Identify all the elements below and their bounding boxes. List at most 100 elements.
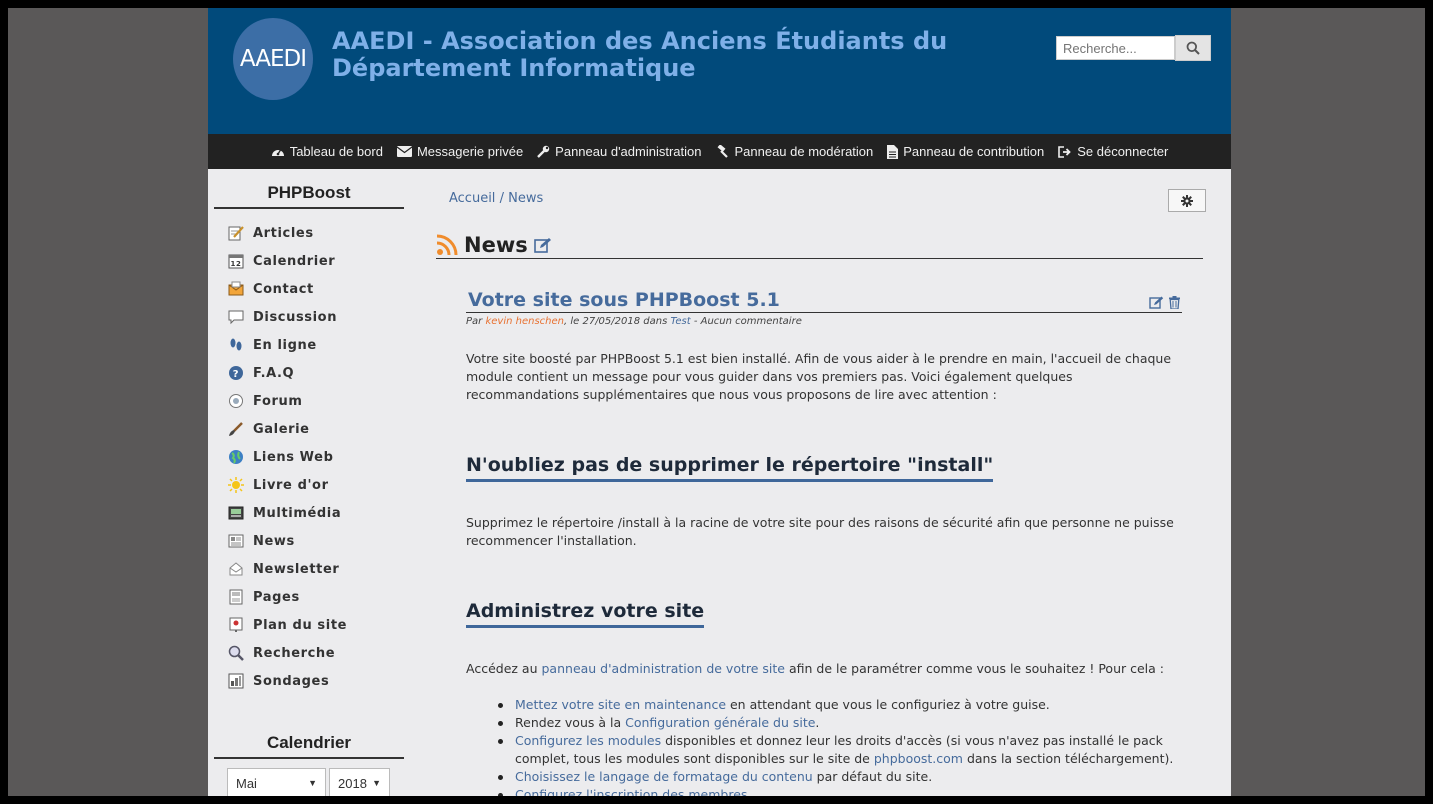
list-item: Configurez l'inscription des membres.: [498, 786, 1178, 796]
sidebar-item-multimedia[interactable]: Multimédia: [214, 499, 404, 527]
admin-post-text: afin de le paramétrer comme vous le souh…: [788, 661, 1164, 676]
chat-bubble-icon: [228, 309, 244, 325]
nav-label: Panneau d'administration: [555, 144, 702, 159]
edit-icon[interactable]: [533, 237, 552, 253]
sidebar-item-news[interactable]: News: [214, 527, 404, 555]
sidebar-item-plan-du-site[interactable]: Plan du site: [214, 611, 404, 639]
sidebar-item-label: Articles: [253, 225, 314, 241]
article-category[interactable]: Test: [671, 316, 691, 327]
sidebar-item-articles[interactable]: Articles: [214, 219, 404, 247]
news-article: Votre site sous PHPBoost 5.1 Par kevin h…: [466, 288, 1182, 327]
sidebar-item-forum[interactable]: Forum: [214, 387, 404, 415]
search-input[interactable]: [1056, 36, 1175, 60]
sidebar-item-livre-dor[interactable]: Livre d'or: [214, 471, 404, 499]
nav-moderation-panel[interactable]: Panneau de modération: [715, 144, 873, 159]
dashboard-icon: [271, 149, 284, 156]
search-icon: [1186, 41, 1200, 55]
sidebar-item-label: News: [253, 533, 295, 549]
globe-icon: [228, 449, 244, 465]
search-button[interactable]: [1175, 35, 1211, 61]
multimedia-icon: [228, 505, 244, 521]
gear-icon: [1181, 194, 1193, 207]
sidebar-item-liens-web[interactable]: Liens Web: [214, 443, 404, 471]
sidebar-item-label: Multimédia: [253, 505, 342, 521]
site-header: AAEDI AAEDI - Association des Anciens Ét…: [208, 8, 1231, 134]
nav-dashboard[interactable]: Tableau de bord: [271, 144, 383, 159]
sidebar-item-pages[interactable]: Pages: [214, 583, 404, 611]
sidebar-item-label: Newsletter: [253, 561, 340, 577]
sidebar-item-calendrier[interactable]: 12 Calendrier: [214, 247, 404, 275]
sidebar-item-label: Forum: [253, 393, 303, 409]
sidebar-item-label: Recherche: [253, 645, 336, 661]
list-item-post: .: [747, 787, 752, 796]
maintenance-link[interactable]: Mettez votre site en maintenance: [515, 697, 726, 712]
member-registration-link[interactable]: Configurez l'inscription des membres: [515, 787, 747, 796]
admin-paragraph: Accédez au panneau d'administration de v…: [466, 660, 1186, 678]
sidebar-item-recherche[interactable]: Recherche: [214, 639, 404, 667]
article-intro: Votre site boosté par PHPBoost 5.1 est b…: [466, 351, 1172, 402]
article-author[interactable]: kevin henschen: [485, 316, 564, 327]
nav-contribution-panel[interactable]: Panneau de contribution: [887, 144, 1044, 159]
site-title[interactable]: AAEDI - Association des Anciens Étudiant…: [332, 28, 1032, 82]
footprints-icon: [228, 337, 244, 353]
formatting-language-link[interactable]: Choisissez le langage de formatage du co…: [515, 769, 813, 784]
newsletter-icon: [228, 561, 244, 577]
sidebar-item-newsletter[interactable]: Newsletter: [214, 555, 404, 583]
user-menu-bar: Tableau de bord Messagerie privée Pannea…: [208, 134, 1231, 169]
sidebar-item-label: Discussion: [253, 309, 338, 325]
logo-text: AAEDI: [239, 46, 307, 72]
sidebar-item-en-ligne[interactable]: En ligne: [214, 331, 404, 359]
site-container: AAEDI AAEDI - Association des Anciens Ét…: [208, 8, 1231, 796]
svg-text:?: ?: [233, 369, 239, 380]
sidebar-item-galerie[interactable]: Galerie: [214, 415, 404, 443]
svg-text:12: 12: [231, 260, 242, 268]
trash-icon[interactable]: [1169, 296, 1180, 309]
article-title[interactable]: Votre site sous PHPBoost 5.1: [468, 289, 780, 311]
admin-panel-link[interactable]: panneau d'administration de votre site: [542, 661, 785, 676]
sidebar-list: Articles 12 Calendrier Contact Discussio…: [214, 219, 404, 695]
nav-label: Panneau de modération: [734, 144, 874, 159]
nav-private-messages[interactable]: Messagerie privée: [396, 144, 524, 159]
sidebar-item-label: Pages: [253, 589, 300, 605]
sidebar-title: PHPBoost: [214, 183, 404, 209]
nav-label: Tableau de bord: [289, 144, 383, 159]
phpboost-link[interactable]: phpboost.com: [874, 751, 963, 766]
file-icon: [887, 144, 899, 159]
nav-logout[interactable]: Se déconnecter: [1058, 144, 1168, 159]
sidebar-item-label: En ligne: [253, 337, 317, 353]
chevron-down-icon: ▼: [372, 778, 381, 788]
sitemap-icon: [228, 617, 244, 633]
list-item-post: par défaut du site.: [812, 769, 933, 784]
sidebar-item-label: Livre d'or: [253, 477, 329, 493]
rss-icon[interactable]: [436, 234, 458, 256]
site-logo[interactable]: AAEDI: [233, 18, 313, 100]
modules-config-link[interactable]: Configurez les modules: [515, 733, 661, 748]
sidebar-item-faq[interactable]: ? F.A.Q: [214, 359, 404, 387]
sidebar-item-discussion[interactable]: Discussion: [214, 303, 404, 331]
sidebar-item-label: Contact: [253, 281, 314, 297]
year-select[interactable]: 2018 ▼: [329, 768, 390, 796]
meta-by: Par: [466, 316, 483, 327]
gavel-icon: [718, 145, 729, 158]
nav-admin-panel[interactable]: Panneau d'administration: [537, 144, 701, 159]
newspaper-icon: [228, 533, 244, 549]
general-config-link[interactable]: Configuration générale du site: [625, 715, 815, 730]
sidebar-item-label: Sondages: [253, 673, 330, 689]
breadcrumb-current[interactable]: News: [508, 191, 543, 206]
sidebar-item-sondages[interactable]: Sondages: [214, 667, 404, 695]
sidebar-item-label: Galerie: [253, 421, 310, 437]
sidebar-item-label: F.A.Q: [253, 365, 295, 381]
edit-icon[interactable]: [1149, 296, 1164, 309]
nav-label: Messagerie privée: [416, 144, 524, 159]
page-icon: [228, 589, 244, 605]
breadcrumb-home[interactable]: Accueil: [449, 191, 495, 206]
articles-icon: [228, 225, 244, 241]
calendar-title: Calendrier: [214, 733, 404, 759]
chevron-down-icon: ▼: [308, 778, 317, 788]
month-select[interactable]: Mai ▼: [227, 768, 326, 796]
module-settings-button[interactable]: [1168, 189, 1206, 212]
sign-out-icon: [1058, 145, 1071, 158]
sidebar-item-contact[interactable]: Contact: [214, 275, 404, 303]
envelope-icon: [396, 146, 412, 157]
brush-icon: [228, 421, 244, 437]
